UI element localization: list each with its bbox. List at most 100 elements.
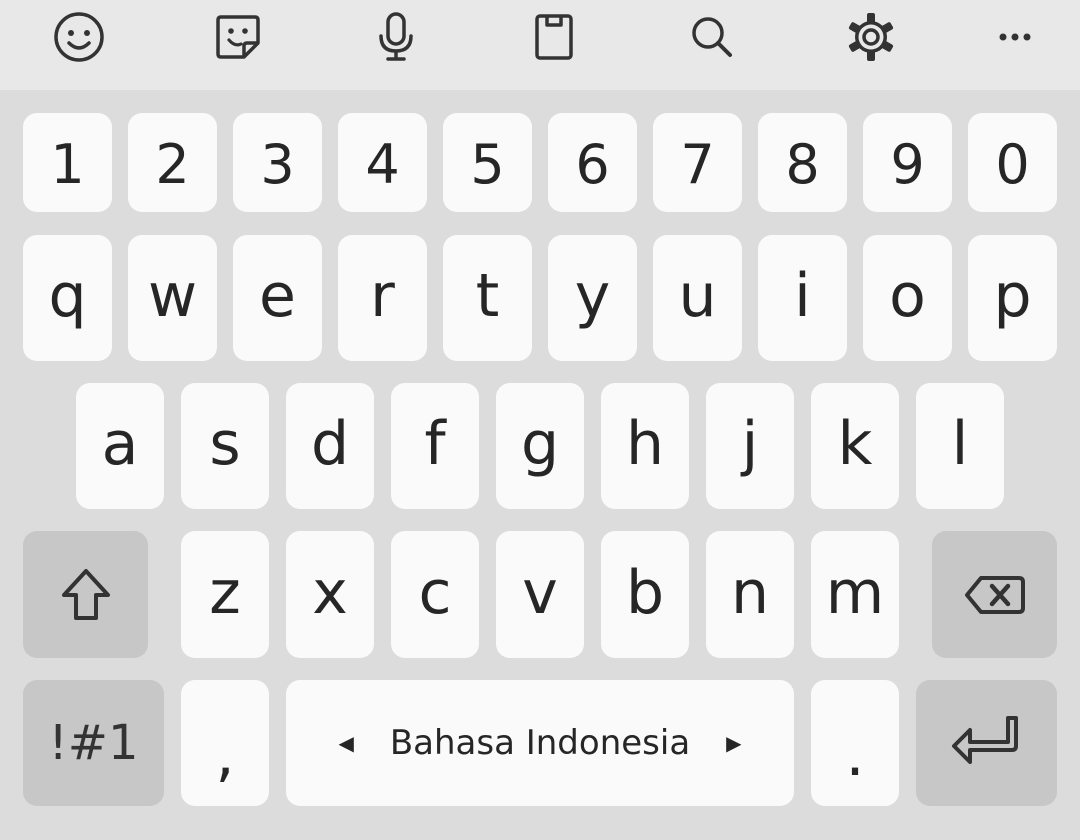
key-label: q bbox=[48, 261, 87, 331]
key-n[interactable]: n bbox=[706, 531, 794, 658]
key-label: 3 bbox=[260, 133, 295, 196]
key-m[interactable]: m bbox=[811, 531, 899, 658]
key-d[interactable]: d bbox=[286, 383, 374, 509]
backspace-icon bbox=[964, 575, 1025, 614]
key-label: c bbox=[418, 557, 452, 628]
key-label: 7 bbox=[680, 133, 715, 196]
key-label: a bbox=[101, 409, 139, 479]
key-w[interactable]: w bbox=[128, 235, 217, 361]
emoji-icon bbox=[54, 12, 104, 62]
key-6[interactable]: 6 bbox=[548, 113, 637, 212]
key-x[interactable]: x bbox=[286, 531, 374, 658]
key-label: 9 bbox=[890, 133, 925, 196]
key-label: 8 bbox=[785, 133, 820, 196]
key-label: u bbox=[678, 261, 717, 331]
period-key[interactable]: . bbox=[811, 680, 899, 806]
enter-icon bbox=[951, 716, 1018, 764]
key-label: w bbox=[147, 261, 198, 331]
key-label: 2 bbox=[155, 133, 190, 196]
key-l[interactable]: l bbox=[916, 383, 1004, 509]
key-label: m bbox=[825, 557, 885, 628]
key-0[interactable]: 0 bbox=[968, 113, 1057, 212]
space-key[interactable]: ◀ Bahasa Indonesia ▶ bbox=[286, 680, 794, 806]
key-s[interactable]: s bbox=[181, 383, 269, 509]
key-5[interactable]: 5 bbox=[443, 113, 532, 212]
voice-input-button[interactable] bbox=[346, 0, 446, 74]
key-label: k bbox=[837, 409, 873, 479]
sticker-button[interactable] bbox=[188, 0, 288, 74]
key-e[interactable]: e bbox=[233, 235, 322, 361]
key-label: z bbox=[209, 557, 241, 628]
key-label: y bbox=[574, 261, 611, 331]
key-3[interactable]: 3 bbox=[233, 113, 322, 212]
key-t[interactable]: t bbox=[443, 235, 532, 361]
shift-arrow-icon bbox=[61, 568, 110, 620]
shift-key[interactable] bbox=[23, 531, 148, 658]
comma-key-label: , bbox=[215, 720, 235, 790]
key-b[interactable]: b bbox=[601, 531, 689, 658]
key-label: 4 bbox=[365, 133, 400, 196]
key-1[interactable]: 1 bbox=[23, 113, 112, 212]
key-v[interactable]: v bbox=[496, 531, 584, 658]
key-i[interactable]: i bbox=[758, 235, 847, 361]
key-label: b bbox=[625, 557, 665, 628]
key-label: j bbox=[741, 409, 759, 479]
symbols-key[interactable]: !#1 bbox=[23, 680, 164, 806]
period-key-label: . bbox=[845, 720, 865, 790]
key-label: s bbox=[209, 409, 241, 479]
sticker-icon bbox=[216, 15, 260, 59]
key-4[interactable]: 4 bbox=[338, 113, 427, 212]
key-f[interactable]: f bbox=[391, 383, 479, 509]
clipboard-button[interactable] bbox=[504, 0, 604, 74]
emoji-button[interactable] bbox=[29, 0, 129, 74]
key-j[interactable]: j bbox=[706, 383, 794, 509]
key-p[interactable]: p bbox=[968, 235, 1057, 361]
key-2[interactable]: 2 bbox=[128, 113, 217, 212]
key-9[interactable]: 9 bbox=[863, 113, 952, 212]
key-label: 1 bbox=[50, 133, 85, 196]
language-prev-icon: ◀ bbox=[338, 731, 354, 755]
search-icon bbox=[692, 17, 732, 57]
key-label: 0 bbox=[995, 133, 1030, 196]
key-u[interactable]: u bbox=[653, 235, 742, 361]
key-label: p bbox=[993, 261, 1032, 331]
comma-key[interactable]: , bbox=[181, 680, 269, 806]
keyboard-toolbar bbox=[0, 0, 1080, 90]
key-label: 6 bbox=[575, 133, 610, 196]
key-g[interactable]: g bbox=[496, 383, 584, 509]
key-k[interactable]: k bbox=[811, 383, 899, 509]
key-label: d bbox=[310, 409, 350, 479]
key-r[interactable]: r bbox=[338, 235, 427, 361]
clipboard-icon bbox=[535, 14, 573, 60]
key-label: o bbox=[889, 261, 926, 331]
key-label: e bbox=[259, 261, 296, 331]
backspace-key[interactable] bbox=[932, 531, 1057, 658]
key-y[interactable]: y bbox=[548, 235, 637, 361]
key-q[interactable]: q bbox=[23, 235, 112, 361]
key-label: i bbox=[794, 261, 811, 331]
settings-icon bbox=[848, 13, 894, 61]
key-label: r bbox=[370, 261, 395, 331]
key-label: n bbox=[730, 557, 770, 628]
more-icon bbox=[999, 33, 1031, 41]
key-label: v bbox=[522, 557, 558, 628]
enter-key[interactable] bbox=[916, 680, 1057, 806]
key-z[interactable]: z bbox=[181, 531, 269, 658]
key-7[interactable]: 7 bbox=[653, 113, 742, 212]
symbols-key-label: !#1 bbox=[48, 715, 139, 771]
key-label: l bbox=[951, 409, 969, 479]
space-key-label: Bahasa Indonesia bbox=[389, 723, 691, 763]
key-label: f bbox=[424, 409, 446, 479]
search-button[interactable] bbox=[662, 0, 762, 74]
key-label: g bbox=[520, 409, 560, 479]
key-o[interactable]: o bbox=[863, 235, 952, 361]
key-a[interactable]: a bbox=[76, 383, 164, 509]
microphone-icon bbox=[379, 12, 413, 61]
language-next-icon: ▶ bbox=[726, 731, 742, 755]
settings-button[interactable] bbox=[821, 0, 921, 74]
key-label: 5 bbox=[470, 133, 505, 196]
key-h[interactable]: h bbox=[601, 383, 689, 509]
key-8[interactable]: 8 bbox=[758, 113, 847, 212]
more-options-button[interactable] bbox=[965, 0, 1065, 74]
key-c[interactable]: c bbox=[391, 531, 479, 658]
